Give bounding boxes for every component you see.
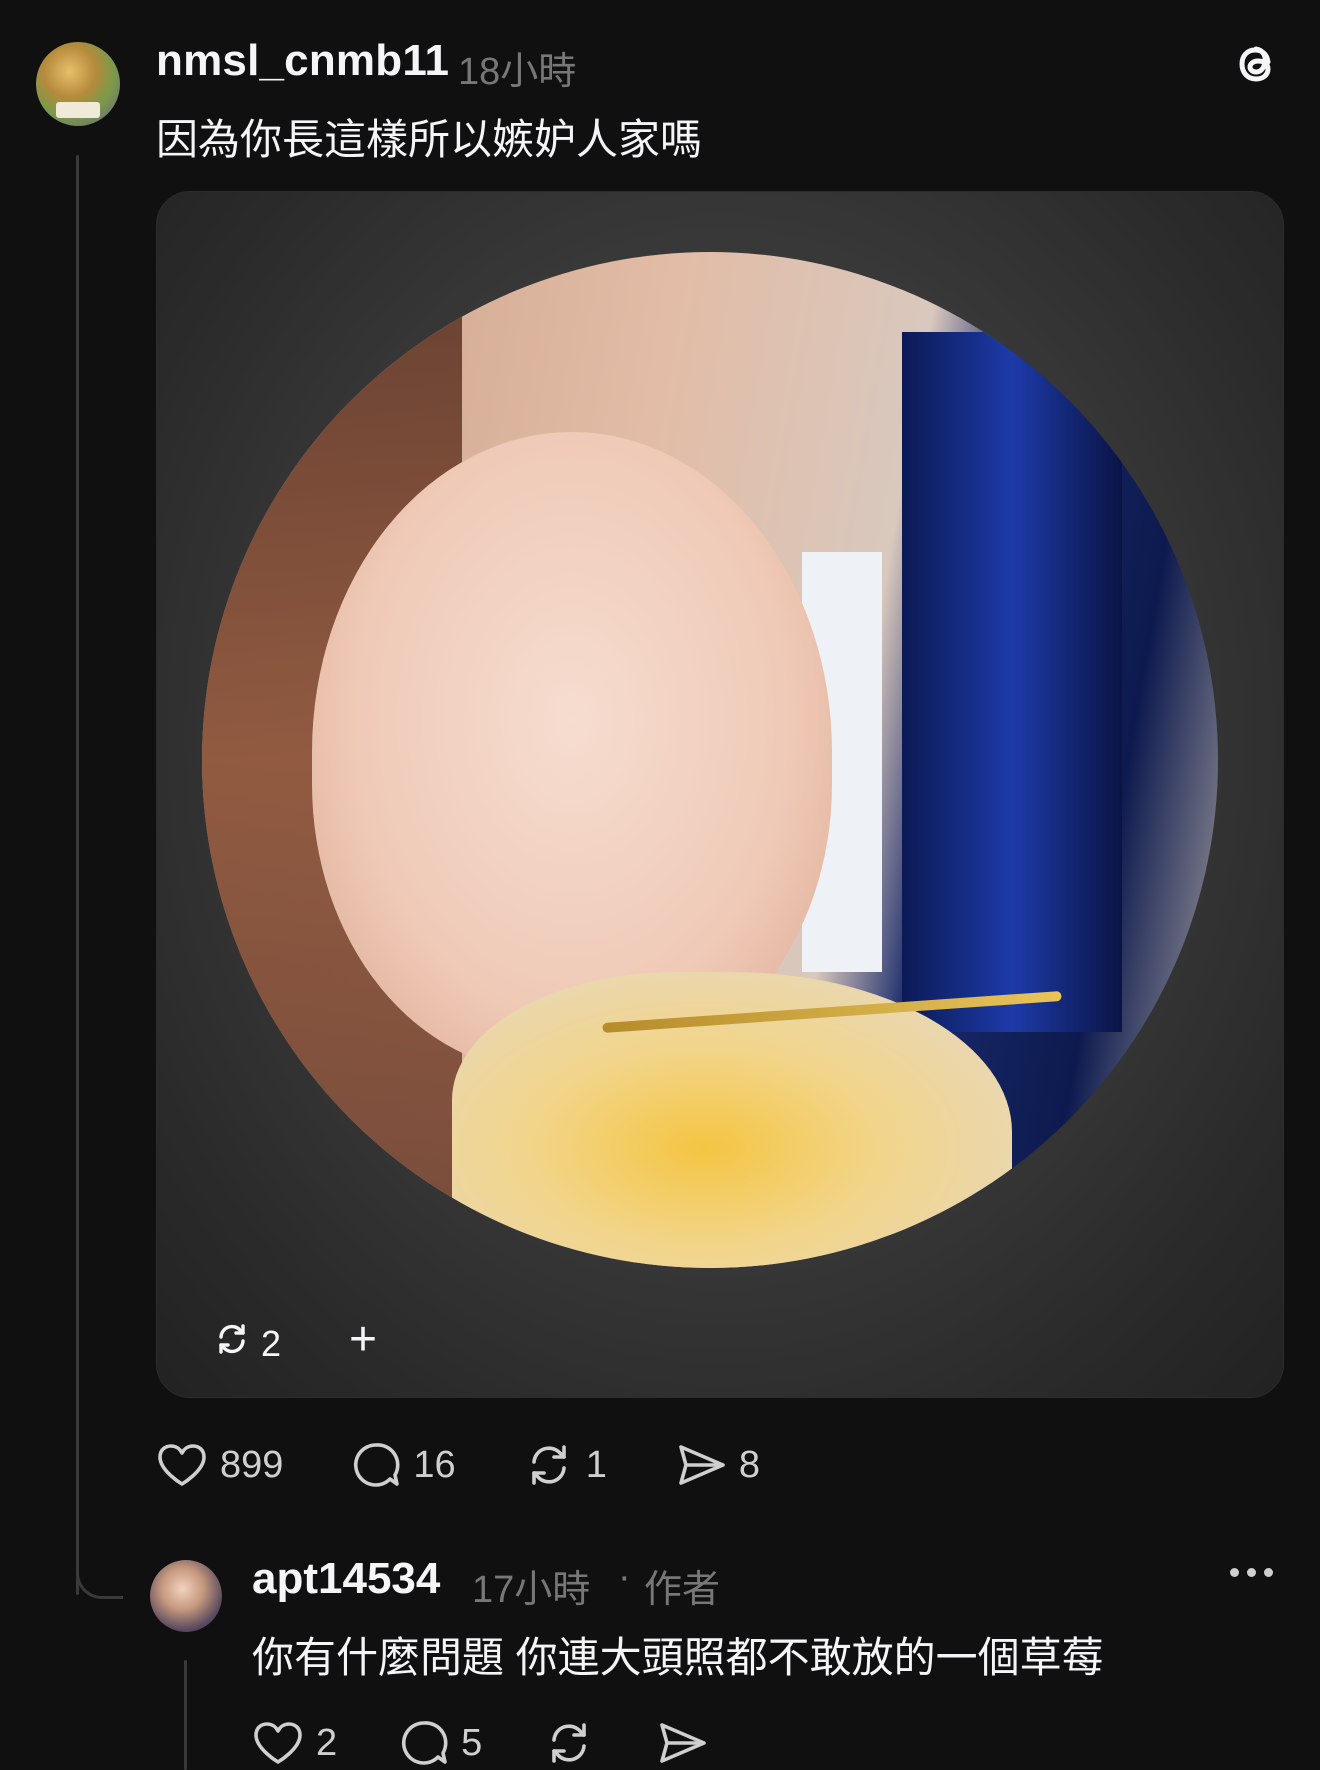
post-timestamp: 18小時 [458, 51, 577, 93]
post-actions: 899 16 1 8 [156, 1440, 828, 1490]
author-label: 作者 [644, 1569, 721, 1611]
reply-repost-button[interactable] [544, 1718, 594, 1768]
avatar-sticker [56, 102, 100, 118]
thread-line [76, 155, 79, 1595]
heart-icon [252, 1720, 304, 1766]
reply-avatar[interactable] [150, 1560, 222, 1632]
thread-connector [76, 1560, 123, 1599]
share-button[interactable]: 8 [675, 1441, 760, 1489]
heart-icon [156, 1442, 208, 1488]
media-card[interactable]: 2 + [156, 191, 1284, 1398]
send-icon [656, 1719, 708, 1767]
send-icon [675, 1441, 727, 1489]
repost-button[interactable]: 1 [524, 1440, 607, 1490]
share-count: 8 [738, 1443, 760, 1486]
add-button[interactable]: + [349, 1312, 377, 1367]
thread-line-reply [184, 1660, 187, 1770]
post-text: 因為你長這樣所以嫉妒人家嗎 [156, 116, 703, 163]
reply-timestamp: 17小時 [472, 1569, 591, 1611]
reply-like-button[interactable]: 2 [252, 1720, 337, 1766]
like-count: 899 [220, 1443, 284, 1486]
more-horizontal-icon[interactable] [1230, 1568, 1273, 1577]
comment-button[interactable]: 16 [351, 1440, 456, 1490]
reply-text: 你有什麼問題 你連大頭照都不敢放的一個草莓 [252, 1634, 1104, 1681]
like-button[interactable]: 899 [156, 1442, 283, 1488]
reply-username[interactable]: apt14534 [252, 1554, 440, 1604]
post-username[interactable]: nmsl_cnmb11 [156, 36, 449, 86]
curtain [902, 332, 1122, 1032]
repost-icon [544, 1718, 594, 1768]
reply-comment-count: 5 [461, 1721, 483, 1764]
repost-icon [213, 1320, 251, 1367]
media-repost-count: 2 [261, 1322, 282, 1364]
reply-actions: 2 5 [252, 1718, 770, 1768]
repost-icon [524, 1440, 574, 1490]
reply-like-count: 2 [316, 1721, 338, 1764]
avatar[interactable] [36, 42, 120, 126]
video-thumbnail[interactable] [202, 252, 1218, 1268]
media-repost-button[interactable]: 2 [213, 1320, 281, 1367]
comment-bubble-icon [399, 1718, 449, 1768]
reply-separator: · [618, 1556, 631, 1598]
repost-count: 1 [585, 1443, 607, 1486]
reply-share-button[interactable] [656, 1719, 708, 1767]
comment-bubble-icon [351, 1440, 401, 1490]
comment-count: 16 [413, 1443, 456, 1486]
threads-logo-icon[interactable] [1228, 36, 1284, 92]
reply-comment-button[interactable]: 5 [399, 1718, 482, 1768]
